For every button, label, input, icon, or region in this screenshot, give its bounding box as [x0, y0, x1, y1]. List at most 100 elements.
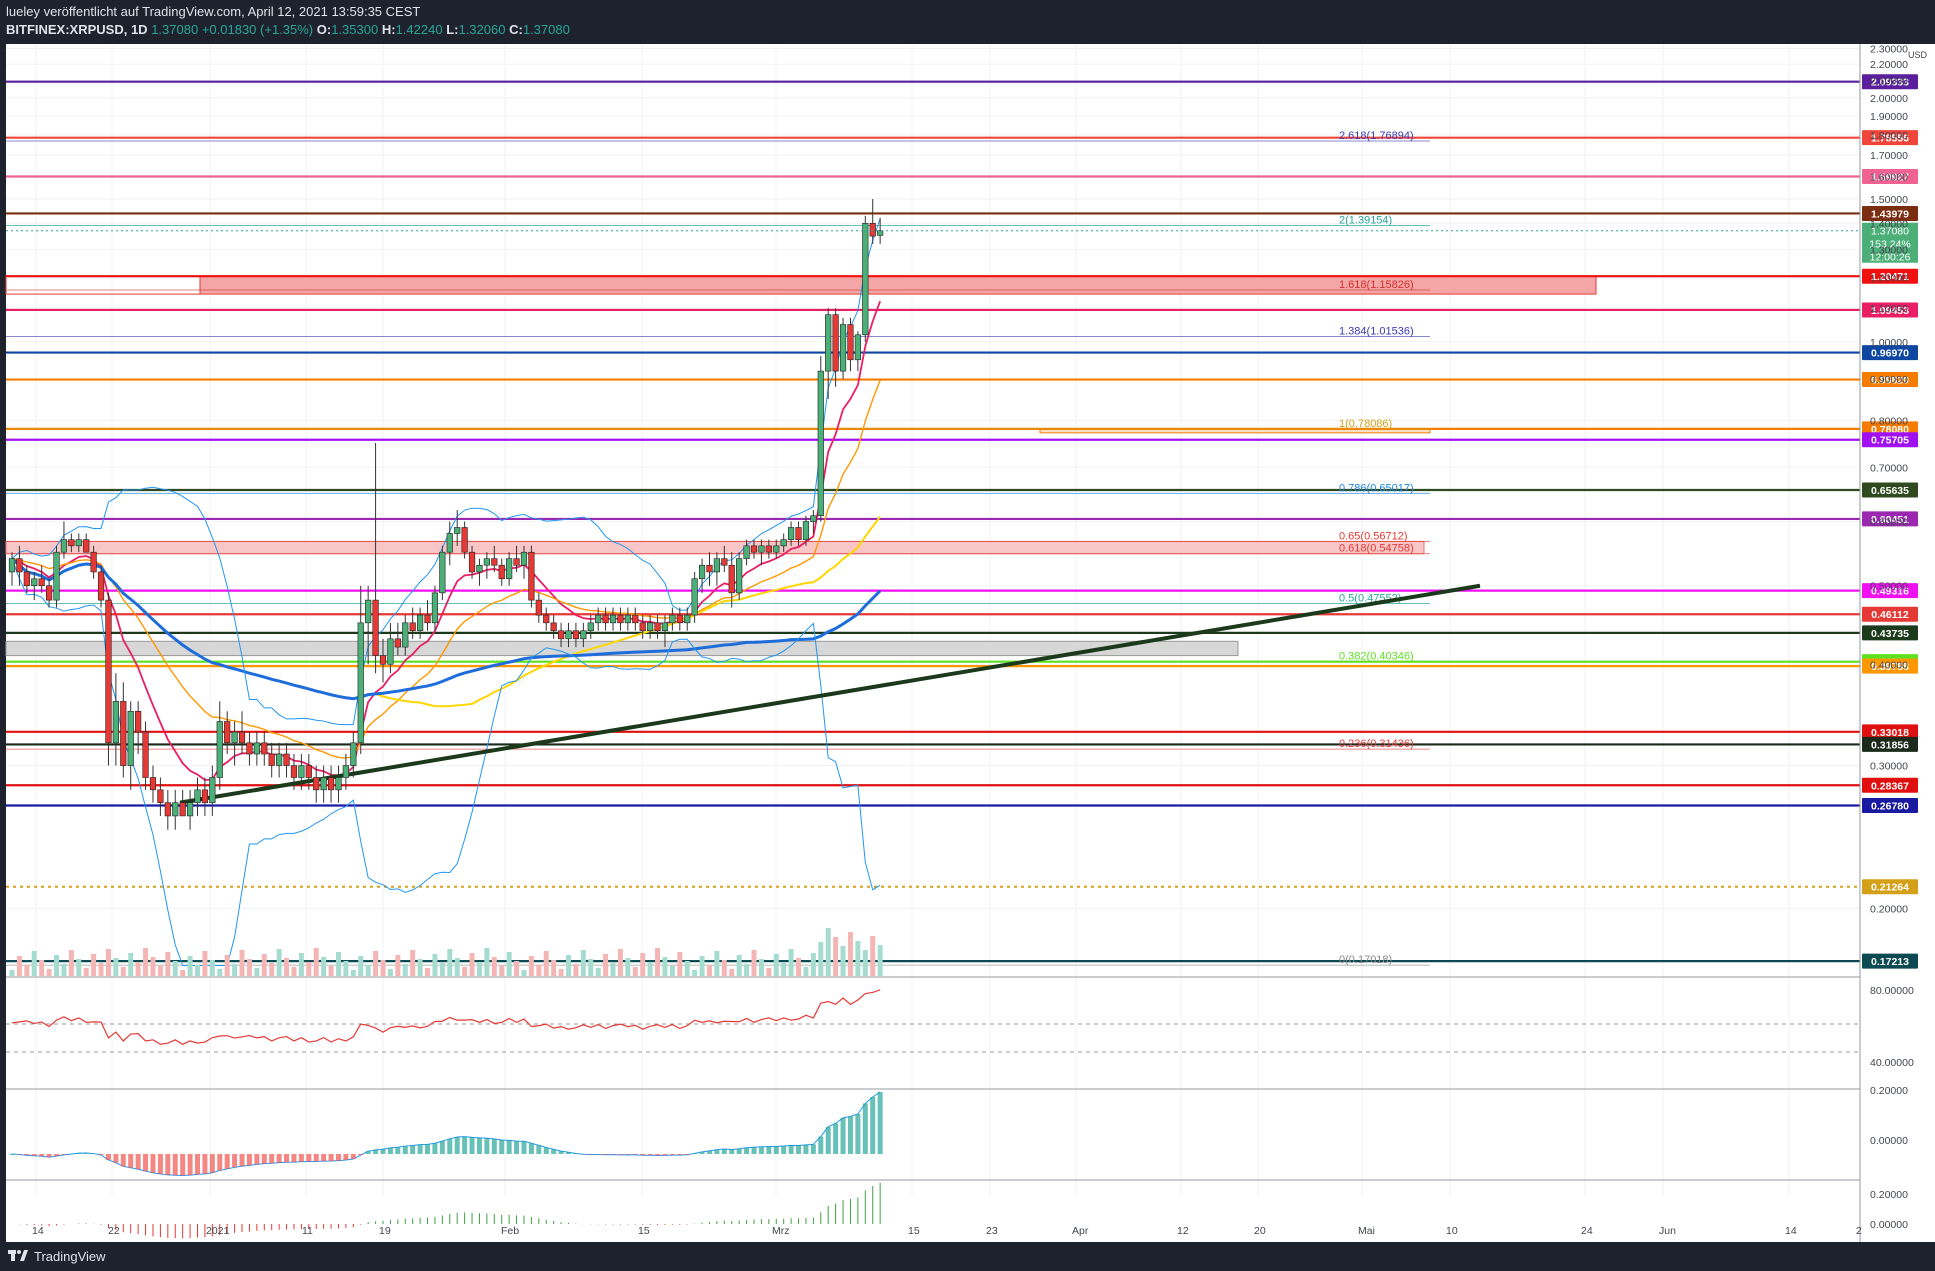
candle-body	[372, 599, 379, 656]
volume-bar	[655, 948, 661, 976]
macd-histogram-bar	[447, 1138, 453, 1154]
candle-body	[120, 701, 127, 766]
symbol-name[interactable]: BITFINEX:XRPUSD, 1D	[6, 22, 148, 37]
volume-bar	[321, 957, 327, 976]
time-tick-label: Feb	[501, 1225, 519, 1237]
fib-label: 0.618(0.54758)	[1339, 543, 1414, 555]
time-tick-label: 2021	[206, 1225, 230, 1237]
candle-body	[483, 558, 490, 566]
volume-bar	[847, 932, 853, 976]
volume-bar	[298, 953, 304, 976]
level-price-label: 0.46112	[1871, 609, 1909, 621]
candle-body	[439, 551, 446, 594]
volume-bar	[417, 959, 423, 976]
fib-label: 1(0.78086)	[1339, 418, 1392, 430]
macd-histogram-bar	[232, 1154, 238, 1168]
volume-bar	[83, 968, 89, 976]
macd-histogram-bar	[143, 1154, 149, 1172]
volume-bar	[224, 955, 230, 976]
level-price-label: 0.96970	[1871, 348, 1909, 360]
price-tick-label: 1.10000	[1870, 303, 1908, 315]
price-tick-label: 0.40000	[1870, 659, 1908, 671]
candle-body	[90, 551, 97, 573]
indicator-level-label: 0.00000	[1870, 1219, 1908, 1231]
macd-histogram-bar	[499, 1140, 505, 1154]
low-value: 1.32060	[458, 22, 506, 37]
candle-body	[617, 614, 624, 624]
level-price-label: 0.31856	[1871, 739, 1909, 751]
time-tick-label: 12	[1177, 1225, 1189, 1237]
candle-body	[661, 622, 669, 632]
open-label: O:	[316, 22, 332, 37]
volume-bar	[543, 951, 549, 976]
candle-body	[743, 545, 750, 559]
price-tick-label: 2.30000	[1870, 44, 1908, 56]
macd-histogram-bar	[491, 1138, 497, 1154]
volume-bar	[662, 957, 668, 976]
candle-body	[669, 614, 676, 624]
macd-histogram-bar	[758, 1146, 764, 1154]
price-tick-label: 1.30000	[1870, 244, 1908, 256]
macd-histogram-bar	[543, 1147, 549, 1154]
macd-line	[11, 1091, 881, 1176]
macd-histogram-bar	[714, 1149, 720, 1154]
candle-body	[149, 777, 157, 791]
volume-bar	[706, 965, 712, 976]
macd-histogram-bar	[706, 1150, 712, 1154]
macd-histogram-bar	[157, 1154, 163, 1174]
volume-bar	[499, 966, 505, 976]
fib-zone	[5, 540, 1425, 555]
candle-body	[454, 527, 461, 534]
tradingview-logo-icon[interactable]	[8, 1248, 28, 1264]
volume-bar	[566, 955, 571, 976]
macd-histogram-bar	[165, 1154, 171, 1175]
macd-histogram-bar	[83, 1152, 89, 1154]
macd-histogram-bar	[462, 1136, 468, 1154]
macd-histogram-bar	[358, 1154, 364, 1156]
time-tick-label: 2	[1856, 1225, 1862, 1237]
macd-histogram-bar	[862, 1103, 868, 1154]
candle-body	[387, 638, 394, 665]
candle-body	[773, 545, 780, 553]
macd-histogram-bar	[514, 1141, 520, 1154]
volume-bar	[610, 963, 616, 976]
macd-histogram-bar	[744, 1147, 750, 1154]
volume-bar	[425, 968, 431, 976]
macd-histogram-bar	[54, 1154, 60, 1157]
macd-histogram-bar	[640, 1154, 646, 1156]
volume-bar	[172, 961, 178, 976]
macd-histogram-bar	[298, 1154, 304, 1162]
macd-histogram-bar	[61, 1154, 67, 1155]
candle-body	[431, 592, 439, 624]
price-chart[interactable]: 2.093331.785561.599271.439791.204711.094…	[0, 44, 1935, 1242]
macd-histogram-bar	[269, 1154, 275, 1164]
macd-histogram-bar	[105, 1154, 111, 1160]
candle-body	[83, 539, 90, 553]
candle-body	[38, 578, 45, 587]
close-label: C:	[509, 22, 523, 37]
macd-histogram-bar	[350, 1154, 356, 1159]
volume-bar	[877, 945, 883, 976]
volume-bar	[744, 964, 750, 976]
volume-bar	[276, 949, 282, 976]
volume-bar	[254, 968, 260, 976]
volume-bar	[632, 967, 638, 976]
price-tick-label: 1.00000	[1870, 337, 1908, 349]
macd-histogram-bar	[796, 1145, 802, 1154]
macd-histogram-bar	[365, 1151, 371, 1154]
brand-label: TradingView	[34, 1249, 106, 1264]
macd-histogram-bar	[566, 1152, 571, 1154]
volume-bar	[855, 941, 861, 976]
macd-histogram-bar	[328, 1154, 334, 1162]
candle-body	[164, 802, 171, 817]
candle-body	[817, 370, 824, 517]
candle-body	[342, 765, 350, 778]
macd-histogram-bar	[39, 1154, 45, 1157]
volume-bar	[625, 958, 631, 976]
volume-bar	[484, 948, 490, 976]
volume-bar	[558, 969, 564, 976]
macd-histogram-bar	[751, 1147, 757, 1154]
candle-body	[847, 324, 854, 361]
macd-histogram-bar	[625, 1154, 631, 1155]
volume-bar	[647, 962, 653, 976]
